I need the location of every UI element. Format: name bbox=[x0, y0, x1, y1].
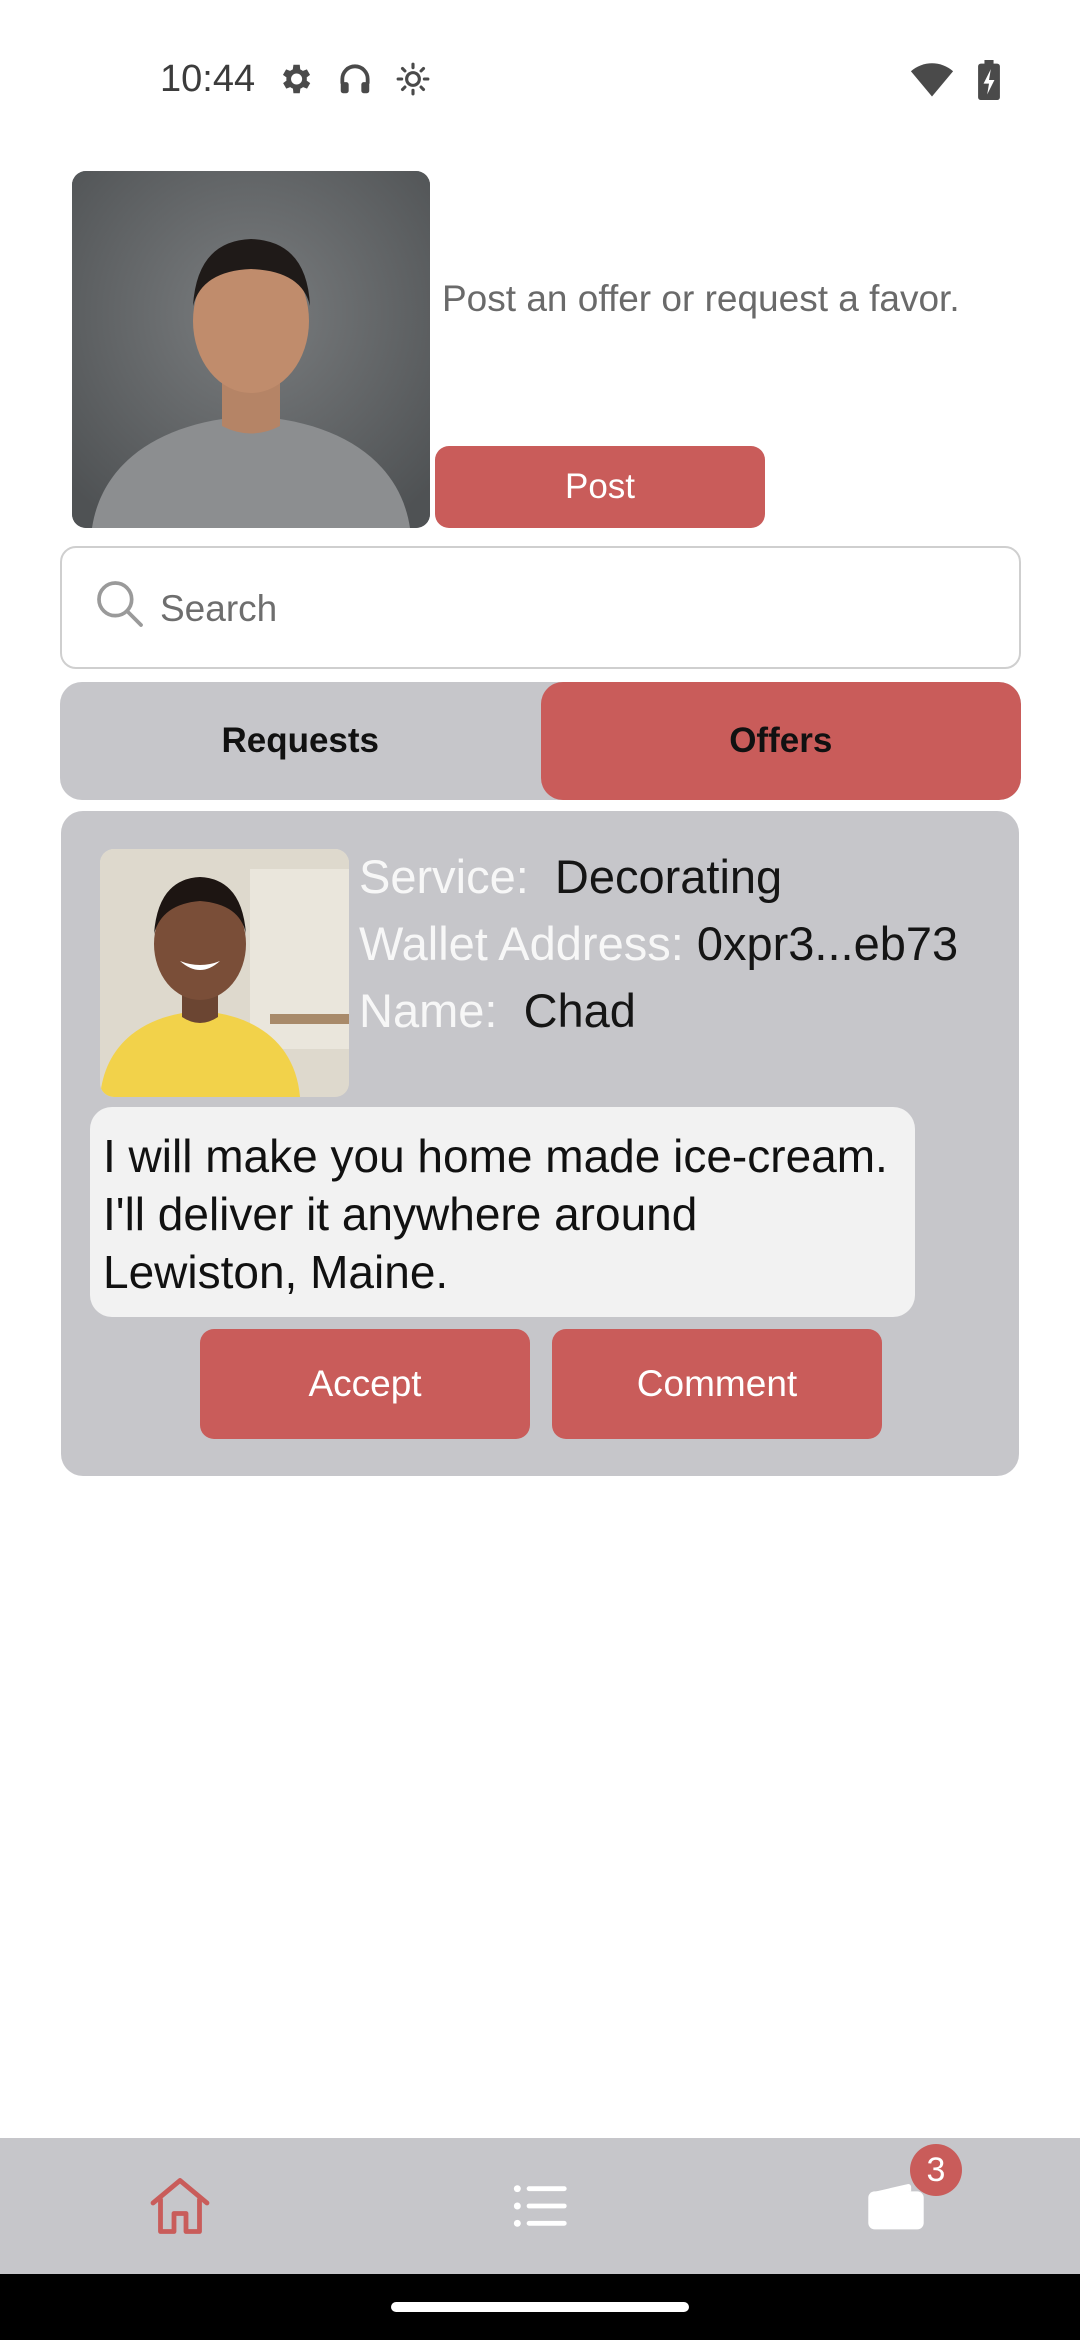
tab-offers-label: Offers bbox=[729, 721, 833, 760]
home-icon bbox=[144, 2170, 216, 2247]
gear-icon bbox=[276, 60, 314, 98]
wallet-badge: 3 bbox=[910, 2144, 962, 2196]
tab-requests[interactable]: Requests bbox=[60, 682, 541, 800]
gesture-handle[interactable] bbox=[391, 2302, 689, 2312]
nav-list[interactable] bbox=[500, 2168, 580, 2248]
tab-bar: Requests Offers bbox=[60, 682, 1021, 800]
tab-requests-label: Requests bbox=[221, 721, 380, 760]
post-prompt: Post an offer or request a favor. bbox=[442, 278, 960, 319]
headphones-icon bbox=[336, 60, 374, 98]
name-label: Name: bbox=[359, 984, 498, 1037]
offer-info: Service: Decorating Wallet Address: 0xpr… bbox=[359, 843, 958, 1044]
brightness-icon bbox=[396, 62, 430, 96]
wifi-icon bbox=[910, 61, 954, 99]
tab-offers[interactable]: Offers bbox=[540, 682, 1021, 800]
status-icons-right bbox=[910, 60, 1002, 100]
wallet-value: 0xpr3...eb73 bbox=[696, 917, 959, 970]
search-input[interactable] bbox=[160, 574, 980, 644]
accept-button-label: Accept bbox=[308, 1363, 422, 1404]
list-icon bbox=[508, 2174, 572, 2243]
offer-card: Service: Decorating Wallet Address: 0xpr… bbox=[61, 811, 1019, 1476]
status-time: 10:44 bbox=[160, 58, 256, 100]
service-value: Decorating bbox=[554, 850, 783, 903]
service-row: Service: Decorating bbox=[359, 843, 958, 910]
comment-button-label: Comment bbox=[636, 1363, 798, 1404]
accept-button[interactable]: Accept bbox=[200, 1329, 530, 1439]
nav-home[interactable] bbox=[140, 2168, 220, 2248]
wallet-label: Wallet Address: bbox=[359, 917, 684, 970]
status-bar: 10:44 bbox=[0, 0, 1080, 160]
post-button[interactable]: Post bbox=[435, 446, 765, 528]
status-icons-left bbox=[276, 60, 430, 98]
comment-button[interactable]: Comment bbox=[552, 1329, 882, 1439]
post-button-label: Post bbox=[564, 467, 636, 506]
search-box[interactable] bbox=[60, 546, 1021, 669]
profile-photo bbox=[72, 171, 430, 528]
offer-description: I will make you home made ice-cream. I'l… bbox=[90, 1107, 915, 1317]
battery-charging-icon bbox=[976, 60, 1002, 100]
search-icon bbox=[92, 576, 148, 637]
name-row: Name: Chad bbox=[359, 977, 958, 1044]
name-value: Chad bbox=[523, 984, 636, 1037]
service-label: Service: bbox=[359, 850, 529, 903]
offer-avatar bbox=[100, 849, 349, 1097]
wallet-row: Wallet Address: 0xpr3...eb73 bbox=[359, 910, 958, 977]
wallet-badge-count: 3 bbox=[926, 2150, 946, 2189]
